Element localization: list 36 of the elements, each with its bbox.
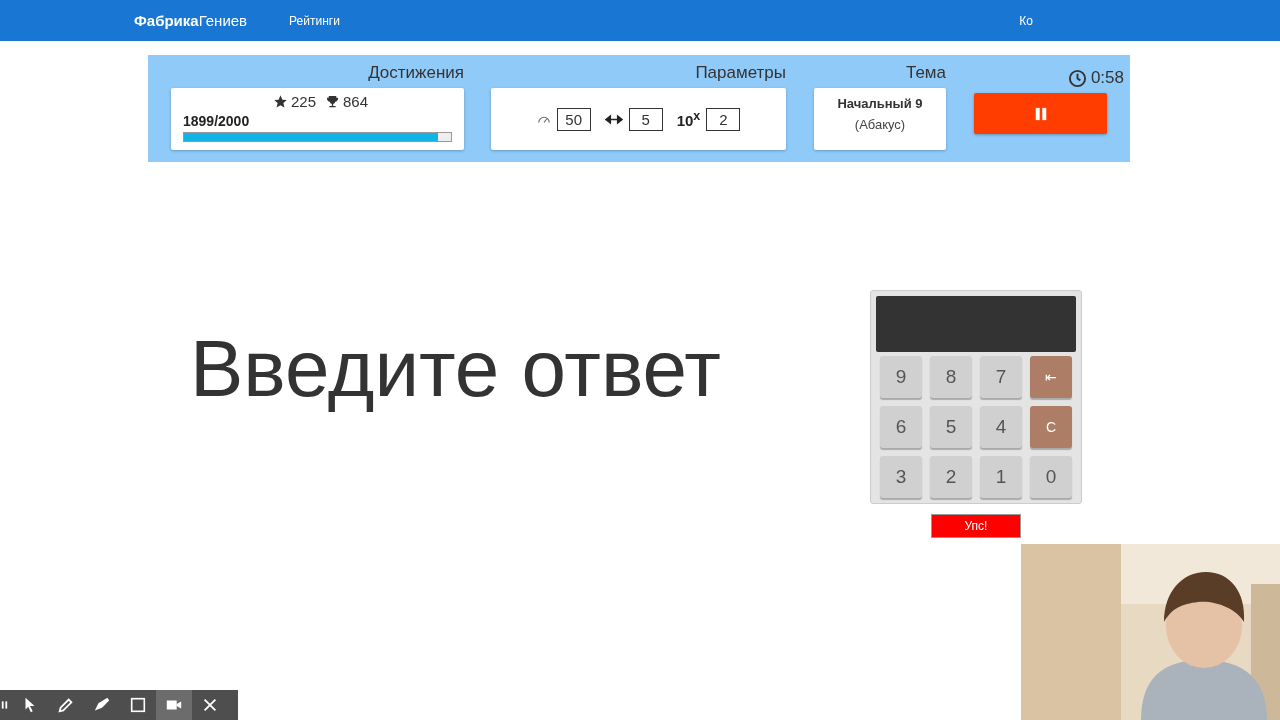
keypad-key[interactable]: 9 (880, 356, 922, 398)
clock-icon (1067, 68, 1087, 88)
parameter-value: 2 (706, 107, 741, 131)
keypad-key[interactable]: 8 (930, 356, 972, 398)
trophy-icon (325, 94, 340, 109)
stars-count: 225 (290, 93, 316, 110)
double-arrow-icon (604, 113, 623, 125)
keypad-key[interactable]: 6 (880, 406, 922, 448)
parameter-label: 10$^{x}$ (676, 109, 701, 129)
keypad-key[interactable]: C (1030, 406, 1072, 448)
nav-link[interactable]: Рейтинги (289, 13, 340, 28)
keypad-key[interactable]: ⇤ (1030, 356, 1072, 398)
video-camera-icon[interactable] (156, 690, 192, 720)
parameter-value: 50 (556, 107, 591, 131)
progress-text: 1899/2000 (183, 113, 251, 129)
theme-name: Начальный 9 (837, 96, 923, 111)
keypad-key[interactable]: 2 (930, 456, 972, 498)
oops-button[interactable]: Упс! (931, 514, 1021, 538)
trophies-count: 864 (343, 93, 369, 110)
pause-icon (1033, 106, 1048, 121)
keypad-key[interactable]: 7 (980, 356, 1022, 398)
keypad-key[interactable]: 4 (980, 406, 1022, 448)
parameter-value: 5 (628, 107, 663, 131)
brand-logo[interactable]: ФабрикаГениев (134, 12, 248, 29)
prompt-text: Введите ответ (190, 323, 722, 415)
star-icon (272, 94, 288, 109)
nav-link[interactable]: Ко (1019, 13, 1033, 28)
section-title: Тема (905, 63, 946, 84)
keypad-key[interactable]: 5 (930, 406, 972, 448)
theme-subtitle: (Абакус) (854, 117, 906, 132)
section-title: Достижения (368, 63, 464, 84)
keypad-key[interactable]: 1 (980, 456, 1022, 498)
keypad-key[interactable]: 3 (880, 456, 922, 498)
section-title: Параметры (695, 63, 786, 84)
keypad-key[interactable]: 0 (1030, 456, 1072, 498)
timer-text: 0:58 (1090, 68, 1124, 88)
